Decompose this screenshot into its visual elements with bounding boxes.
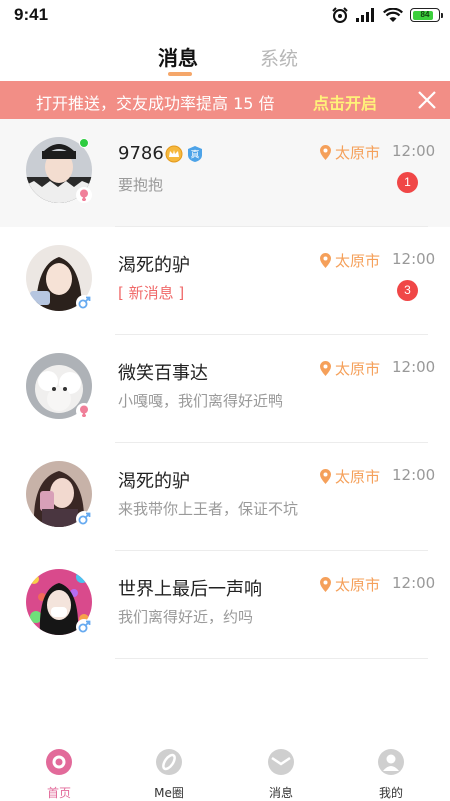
conversation-row[interactable]: 渴死的驴 来我带你上王者，保证不坑 太原市 12:00: [0, 443, 450, 551]
enable-push-link[interactable]: 点击开启: [313, 90, 377, 114]
location-pin-icon: [320, 145, 331, 160]
unread-badge: 3: [397, 280, 418, 301]
status-bar: 9:41 84: [0, 0, 450, 30]
nav-label: 首页: [46, 786, 71, 800]
contact-name: 世界上最后一声响: [118, 579, 262, 600]
message-time: 12:00: [392, 574, 436, 592]
tab-active-indicator: [168, 72, 192, 76]
circle-feed-icon: [156, 749, 182, 775]
verified-badge-icon: 真: [188, 146, 202, 162]
contact-name: 微笑百事达: [118, 363, 208, 384]
message-time: 12:00: [392, 358, 436, 376]
signal-icon: [356, 8, 374, 22]
tab-system[interactable]: 系统: [260, 44, 298, 71]
message-preview: 我们离得好近，约吗: [118, 608, 254, 626]
message-preview: 来我带你上王者，保证不坑: [118, 500, 299, 518]
location-text: 太原市: [335, 468, 381, 486]
nav-label: 我的: [378, 786, 403, 800]
location-pin-icon: [320, 361, 331, 376]
bottom-navigation: 首页 Me圈 消息 我的: [0, 745, 450, 800]
nav-label: 消息: [268, 786, 293, 800]
female-icon: [76, 403, 92, 419]
location: 太原市: [320, 466, 380, 487]
location-pin-icon: [320, 253, 331, 268]
conversation-row[interactable]: 世界上最后一声响 我们离得好近，约吗 太原市 12:00: [0, 551, 450, 659]
location-pin-icon: [320, 469, 331, 484]
battery-icon: 84: [410, 8, 443, 22]
alarm-icon: [332, 7, 348, 23]
status-icons: 84: [331, 6, 443, 24]
battery-percent: 84: [420, 10, 430, 19]
location: 太原市: [320, 574, 380, 595]
nav-messages[interactable]: 消息: [246, 747, 316, 801]
message-preview: [ 新消息 ]: [118, 284, 185, 302]
tab-messages[interactable]: 消息: [158, 42, 198, 71]
contact-name: 渴死的驴: [118, 255, 190, 276]
message-time: 12:00: [392, 250, 436, 268]
nav-me-circle[interactable]: Me圈: [134, 747, 204, 801]
location-text: 太原市: [335, 576, 381, 594]
female-icon: [76, 187, 92, 203]
location-pin-icon: [320, 577, 331, 592]
message-preview: 要抱抱: [118, 176, 164, 194]
nav-label: Me圈: [154, 786, 184, 800]
male-icon: [76, 619, 92, 635]
conversation-row[interactable]: 9786 真 要抱抱 太原市 12:00 1: [0, 119, 450, 227]
location-text: 太原市: [335, 144, 381, 162]
location: 太原市: [320, 142, 380, 163]
location-text: 太原市: [335, 360, 381, 378]
message-preview: 小嘎嘎，我们离得好近鸭: [118, 392, 284, 410]
close-icon[interactable]: [416, 89, 438, 111]
message-time: 12:00: [392, 466, 436, 484]
conversation-row[interactable]: 微笑百事达 小嘎嘎，我们离得好近鸭 太原市 12:00: [0, 335, 450, 443]
male-icon: [76, 511, 92, 527]
home-icon: [46, 749, 72, 775]
banner-text: 打开推送，交友成功率提高 15 倍: [36, 94, 275, 113]
nav-home[interactable]: 首页: [24, 747, 94, 801]
location: 太原市: [320, 358, 380, 379]
online-status-dot: [79, 138, 89, 148]
message-icon: [268, 749, 294, 775]
status-time: 9:41: [14, 5, 49, 24]
contact-name: 渴死的驴: [118, 471, 190, 492]
nav-profile[interactable]: 我的: [356, 747, 426, 801]
profile-icon: [378, 749, 404, 775]
unread-badge: 1: [397, 172, 418, 193]
conversation-row[interactable]: 渴死的驴 [ 新消息 ] 太原市 12:00 3: [0, 227, 450, 335]
conversation-list: 9786 真 要抱抱 太原市 12:00 1 渴死的驴 [新消息] 太原市 …: [0, 119, 450, 659]
contact-name: 9786: [118, 143, 164, 164]
svg-text:真: 真: [190, 149, 199, 161]
wifi-icon: [383, 7, 403, 22]
vip-crown-icon: [165, 145, 183, 163]
location: 太原市: [320, 250, 380, 271]
divider: [115, 658, 428, 659]
message-time: 12:00: [392, 142, 436, 160]
push-notification-banner: 打开推送，交友成功率提高 15 倍 点击开启: [0, 81, 450, 119]
male-icon: [76, 295, 92, 311]
top-tabs: 消息 系统: [0, 40, 450, 80]
location-text: 太原市: [335, 252, 381, 270]
